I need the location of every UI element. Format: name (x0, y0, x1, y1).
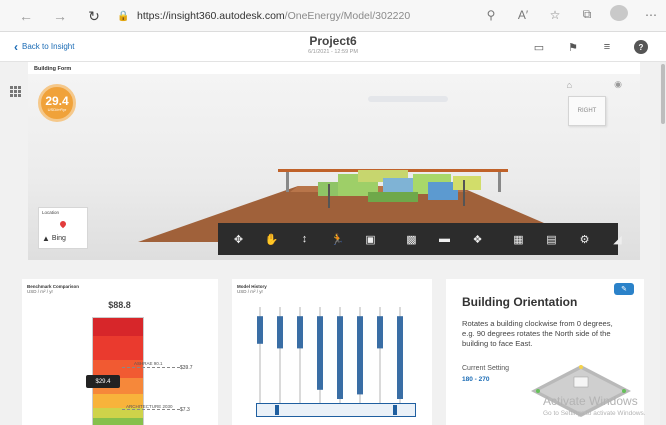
history-range-slider[interactable] (256, 403, 416, 417)
url-host: https://insight360.autodesk.com (137, 10, 285, 22)
history-bar[interactable] (357, 316, 363, 395)
model-tree-icon[interactable]: ▦ (502, 223, 535, 255)
help-icon[interactable]: ? (634, 40, 648, 54)
location-label: Location (42, 210, 60, 215)
ashrae-value: $39.7 (180, 365, 193, 371)
layers-icon[interactable]: ≡ (600, 40, 614, 54)
history-bar[interactable] (257, 316, 263, 344)
camera-icon[interactable]: ▣ (354, 223, 387, 255)
forward-icon[interactable]: → (48, 4, 72, 28)
orbit-icon[interactable]: ✥ (222, 223, 255, 255)
navigation-toolbar: ✥ ✋ ↕ 🏃 ▣ ▩ ▬ ❖ ▦ ▤ ⚙ ◢ (218, 223, 622, 255)
history-bar[interactable] (377, 316, 383, 349)
orientation-title: Building Orientation (462, 295, 578, 309)
architecture-line (122, 409, 180, 410)
collections-icon[interactable]: ⧉ (578, 7, 596, 22)
refresh-icon[interactable]: ↻ (82, 4, 106, 28)
building-form-label: Building Form (34, 66, 72, 72)
home-icon[interactable]: ⌂ (567, 80, 572, 90)
profile-icon[interactable] (610, 5, 628, 24)
pan-icon[interactable]: ✋ (255, 223, 288, 255)
history-bar[interactable] (337, 316, 343, 399)
address-bar[interactable]: 🔒 https://insight360.autodesk.com/OneEne… (117, 7, 477, 25)
lock-icon: 🔒 (117, 10, 130, 22)
favorite-icon[interactable]: ☆ (546, 8, 564, 22)
measure-icon[interactable]: ▬ (428, 223, 461, 255)
settings-gear-icon[interactable]: ⚙ (568, 223, 601, 255)
zoom-icon[interactable]: ⚲ (482, 8, 500, 22)
activate-windows-watermark: Activate Windows Go to Settings to activ… (543, 394, 646, 417)
explode-icon[interactable]: ❖ (461, 223, 494, 255)
score-unit: USD/m²/yr (47, 106, 67, 112)
app-header: ‹ Back to Insight Project6 6/1/2021 - 12… (0, 32, 666, 62)
history-bar[interactable] (277, 316, 283, 349)
section-icon[interactable]: ▩ (395, 223, 428, 255)
architecture-label: ARCHITECTURE 2030 (126, 404, 173, 409)
3d-viewport[interactable]: 29.4 USD/m²/yr ⌂ ◉ RIGHT Location ▲ Bing … (28, 74, 640, 260)
benchmark-unit: USD / m² / yr (27, 289, 53, 294)
energy-score-badge[interactable]: 29.4 USD/m²/yr (38, 84, 76, 122)
bing-logo: ▲ Bing (42, 234, 66, 243)
benchmark-top-value: $88.8 (108, 300, 131, 310)
bing-label: Bing (51, 235, 66, 242)
building-form-panel: Building Form 29.4 USD/m²/yr ⌂ ◉ RIGHT L… (28, 62, 640, 260)
compare-icon[interactable]: ▭ (532, 40, 546, 54)
ashrae-line (122, 367, 180, 368)
current-setting-value[interactable]: 180 - 270 (462, 376, 489, 383)
ashrae-label: ASHRAE 90.1 (134, 361, 163, 366)
edit-icon[interactable]: ✎ (614, 283, 634, 295)
scroll-thumb[interactable] (661, 64, 665, 124)
current-value-marker: $29.4 (86, 375, 120, 388)
browser-toolbar: ← → ↻ 🔒 https://insight360.autodesk.com /… (0, 0, 666, 32)
model-info-bar (368, 96, 448, 102)
walk-icon[interactable]: 🏃 (321, 223, 354, 255)
read-aloud-icon[interactable]: A′ (514, 8, 532, 22)
score-value: 29.4 (45, 93, 69, 108)
history-bar[interactable] (397, 316, 403, 399)
benchmark-card: Benchmark Comparison USD / m² / yr $88.8… (22, 279, 218, 425)
zoom-tool-icon[interactable]: ↕ (288, 223, 321, 255)
location-box[interactable]: Location ▲ Bing (38, 207, 88, 249)
properties-icon[interactable]: ▤ (535, 223, 568, 255)
viewcube[interactable]: RIGHT (568, 96, 606, 126)
model-history-unit: USD / m² / yr (237, 289, 263, 294)
location-pin-icon (58, 219, 68, 229)
eye-icon[interactable]: ◉ (614, 79, 622, 90)
watermark-line2: Go to Settings to activate Windows. (543, 410, 646, 417)
flag-icon[interactable]: ⚑ (566, 40, 580, 54)
viewcube-label: RIGHT (577, 108, 597, 114)
url-path: /OneEnergy/Model/302220 (284, 10, 411, 22)
grid-menu-icon[interactable] (10, 86, 21, 97)
current-setting-label: Current Setting (462, 365, 510, 372)
history-bar[interactable] (317, 316, 323, 390)
model-history-card: Model History USD / m² / yr (232, 279, 432, 425)
slider-handle-left[interactable] (275, 405, 279, 415)
history-bar[interactable] (297, 316, 303, 349)
orientation-description: Rotates a building clockwise from 0 degr… (462, 319, 613, 348)
fullscreen-icon[interactable]: ◢ (601, 223, 634, 255)
more-icon[interactable]: ⋯ (642, 8, 660, 22)
watermark-line1: Activate Windows (543, 394, 638, 408)
slider-handle-right[interactable] (393, 405, 397, 415)
back-icon[interactable]: ← (14, 4, 38, 28)
architecture-value: $7.3 (180, 407, 190, 413)
